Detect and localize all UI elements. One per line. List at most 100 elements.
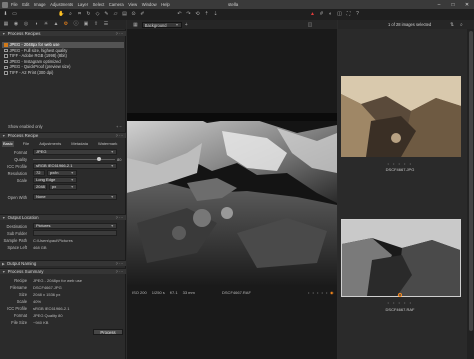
process-recipe-header[interactable]: ▼ Process Recipe ? ⋯ xyxy=(0,132,126,138)
open-with-select[interactable]: None ▼ xyxy=(33,194,117,200)
fullscreen-icon[interactable]: ⛶ xyxy=(345,11,352,18)
menu-layer[interactable]: Layer xyxy=(78,2,88,7)
recipe-checkbox[interactable] xyxy=(4,48,8,53)
hand-icon[interactable]: ✋ xyxy=(58,11,65,18)
color-tag-icon[interactable]: ◉ xyxy=(330,290,334,295)
search-icon[interactable]: ⌕ xyxy=(460,22,463,28)
undo-icon[interactable]: ↶ xyxy=(176,11,183,18)
tab-file[interactable]: File xyxy=(22,141,30,147)
proof-icon[interactable]: ◐ xyxy=(327,11,334,18)
recipe-item[interactable]: TIFF - A2 Print (300 dpi) xyxy=(2,70,124,76)
menu-select[interactable]: Select xyxy=(93,2,105,7)
help-icon[interactable]: ? xyxy=(354,11,361,18)
collapse-icon[interactable]: ▼ xyxy=(2,134,6,138)
paste-icon[interactable]: ⇣ xyxy=(212,11,219,18)
background-select[interactable]: Background ▼ xyxy=(141,21,182,28)
recipe-checkbox[interactable] xyxy=(4,43,8,47)
color-tab-icon[interactable]: ◑ xyxy=(32,21,40,28)
recipe-add-remove-icon[interactable]: + − xyxy=(116,124,122,129)
recipe-checkbox[interactable] xyxy=(4,65,8,70)
lens-tab-icon[interactable]: ◎ xyxy=(22,21,30,28)
resolution-unit-select[interactable]: px/in ▼ xyxy=(47,170,77,176)
keystone-icon[interactable]: ◇ xyxy=(94,11,101,18)
resolution-input[interactable]: 72 xyxy=(33,170,45,176)
zoom-icon[interactable]: ⌕ xyxy=(67,11,74,18)
collapse-icon[interactable]: ▼ xyxy=(2,32,6,36)
thumbnail-rating[interactable]: • • • • • xyxy=(338,161,462,166)
redo-icon[interactable]: ↷ xyxy=(185,11,192,18)
eraser-icon[interactable]: ▱ xyxy=(112,11,119,18)
thumbnail-rating[interactable]: • • • • • xyxy=(338,300,462,305)
library-tab-icon[interactable]: ▦ xyxy=(2,21,10,28)
scrollbar-thumb[interactable] xyxy=(468,31,473,331)
annotation-icon[interactable]: ✐ xyxy=(139,11,146,18)
maximize-button[interactable]: □ xyxy=(446,0,460,9)
menu-view[interactable]: View xyxy=(128,2,137,7)
format-select[interactable]: JPEG ▼ xyxy=(33,149,117,155)
panel-options-icon[interactable]: ? ⋯ xyxy=(116,261,123,266)
sort-icon[interactable]: ⇅ xyxy=(450,22,454,28)
quality-value[interactable]: 80 xyxy=(117,157,121,162)
warning-icon[interactable]: ▲ xyxy=(309,11,316,18)
grid-icon[interactable]: # xyxy=(318,11,325,18)
export-tab-icon[interactable]: ⇪ xyxy=(92,21,100,28)
copy-icon[interactable]: ⇡ xyxy=(203,11,210,18)
menu-camera[interactable]: Camera xyxy=(109,2,124,7)
panel-options-icon[interactable]: ? ⋯ xyxy=(116,31,123,36)
expand-icon[interactable]: ▶ xyxy=(2,262,5,266)
adjust-tab-icon[interactable]: ▣ xyxy=(82,21,90,28)
menu-file[interactable]: File xyxy=(11,2,18,7)
tab-metadata[interactable]: Metadata xyxy=(70,141,89,147)
thumbnail-jpg[interactable] xyxy=(341,76,461,157)
grid-toggle-icon[interactable]: ▦ xyxy=(133,22,138,28)
menu-window[interactable]: Window xyxy=(142,2,157,7)
show-enabled-toggle[interactable]: Show enabled only xyxy=(8,124,43,129)
panel-options-icon[interactable]: ? ⋯ xyxy=(116,215,123,220)
panel-options-icon[interactable]: ? ⋯ xyxy=(116,133,123,138)
quality-slider-handle[interactable] xyxy=(96,156,101,161)
exposure-tab-icon[interactable]: ☀ xyxy=(42,21,50,28)
scale-unit-select[interactable]: px ▼ xyxy=(49,184,77,190)
import-icon[interactable]: ⬇ xyxy=(2,11,9,18)
tab-basic[interactable]: Basic xyxy=(2,141,14,147)
output-tab-icon[interactable]: ⚙ xyxy=(62,21,70,28)
panel-options-icon[interactable]: ? ⋯ xyxy=(116,269,123,274)
compare-icon[interactable]: ◫ xyxy=(336,11,343,18)
gradient-icon[interactable]: ▤ xyxy=(121,11,128,18)
capture-tab-icon[interactable]: ◉ xyxy=(12,21,20,28)
browser-scrollbar[interactable] xyxy=(467,29,474,359)
reset-icon[interactable]: ⟲ xyxy=(194,11,201,18)
thumbnail-raf[interactable] xyxy=(341,219,461,297)
collapse-icon[interactable]: ▼ xyxy=(2,216,6,220)
main-photo[interactable] xyxy=(127,113,337,285)
process-recipes-header[interactable]: ▼ Process Recipes ? ⋯ xyxy=(0,30,126,36)
menu-edit[interactable]: Edit xyxy=(22,2,29,7)
crop-icon[interactable]: ⌗ xyxy=(76,11,83,18)
icc-select[interactable]: sRGB IEC61966-2.1 ▼ xyxy=(33,163,117,169)
destination-select[interactable]: Pictures ▼ xyxy=(33,223,117,229)
picker-icon[interactable]: ⊙ xyxy=(130,11,137,18)
minimize-button[interactable]: – xyxy=(432,0,446,9)
output-naming-header[interactable]: ▶ Output Naming ? ⋯ xyxy=(0,260,126,266)
recipe-checkbox[interactable] xyxy=(4,54,8,58)
scale-select[interactable]: Long Edge ▼ xyxy=(33,177,77,183)
process-button[interactable]: Process xyxy=(93,329,123,335)
menu-image[interactable]: Image xyxy=(34,2,46,7)
subfolder-input[interactable] xyxy=(33,230,117,236)
metadata-tab-icon[interactable]: ⓘ xyxy=(72,21,80,28)
rating-stars[interactable]: • • • • • xyxy=(308,290,328,295)
process-summary-header[interactable]: ▼ Process Summary ? ⋯ xyxy=(0,268,126,274)
folder-icon[interactable]: ▭ xyxy=(11,11,18,18)
menu-help[interactable]: Help xyxy=(161,2,170,7)
recipe-checkbox[interactable] xyxy=(4,59,8,64)
close-button[interactable]: ✕ xyxy=(460,0,474,9)
details-tab-icon[interactable]: ▲ xyxy=(52,21,60,28)
tab-adjustments[interactable]: Adjustments xyxy=(38,141,62,147)
scale-size-input[interactable]: 2048 xyxy=(33,184,47,190)
tab-watermark[interactable]: Watermark xyxy=(97,141,118,147)
rotate-icon[interactable]: ↻ xyxy=(85,11,92,18)
collapse-icon[interactable]: ▼ xyxy=(2,270,6,274)
quality-slider[interactable] xyxy=(33,158,115,160)
menu-adjustments[interactable]: Adjustments xyxy=(50,2,73,7)
batch-tab-icon[interactable]: ☰ xyxy=(102,21,110,28)
